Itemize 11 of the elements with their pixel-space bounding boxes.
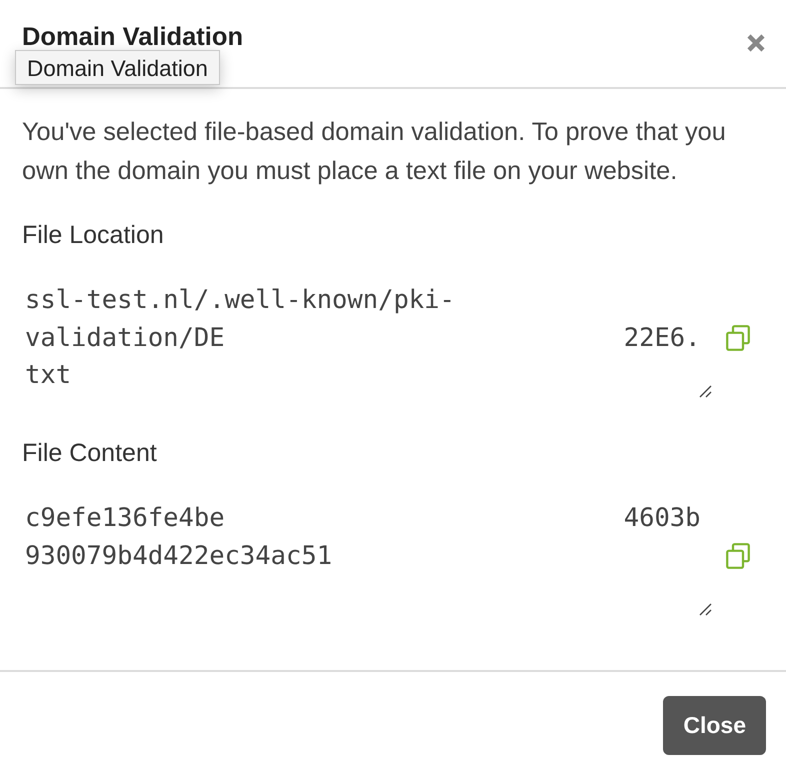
field-label: File Content xyxy=(22,438,158,468)
field-label: File Location xyxy=(22,220,165,250)
dialog-title: Domain Validation xyxy=(22,22,244,52)
copy-icon[interactable] xyxy=(726,325,750,351)
copy-icon[interactable] xyxy=(726,543,750,569)
close-button[interactable]: Close xyxy=(663,696,766,755)
description-text: You've selected file-based domain validation. To prove that you own the domain you must place a text file on your website. xyxy=(22,117,727,187)
close-icon[interactable] xyxy=(746,33,766,53)
resize-grip-icon[interactable] xyxy=(698,384,712,398)
resize-grip-icon[interactable] xyxy=(698,602,712,616)
tooltip: Domain Validation xyxy=(15,50,220,85)
